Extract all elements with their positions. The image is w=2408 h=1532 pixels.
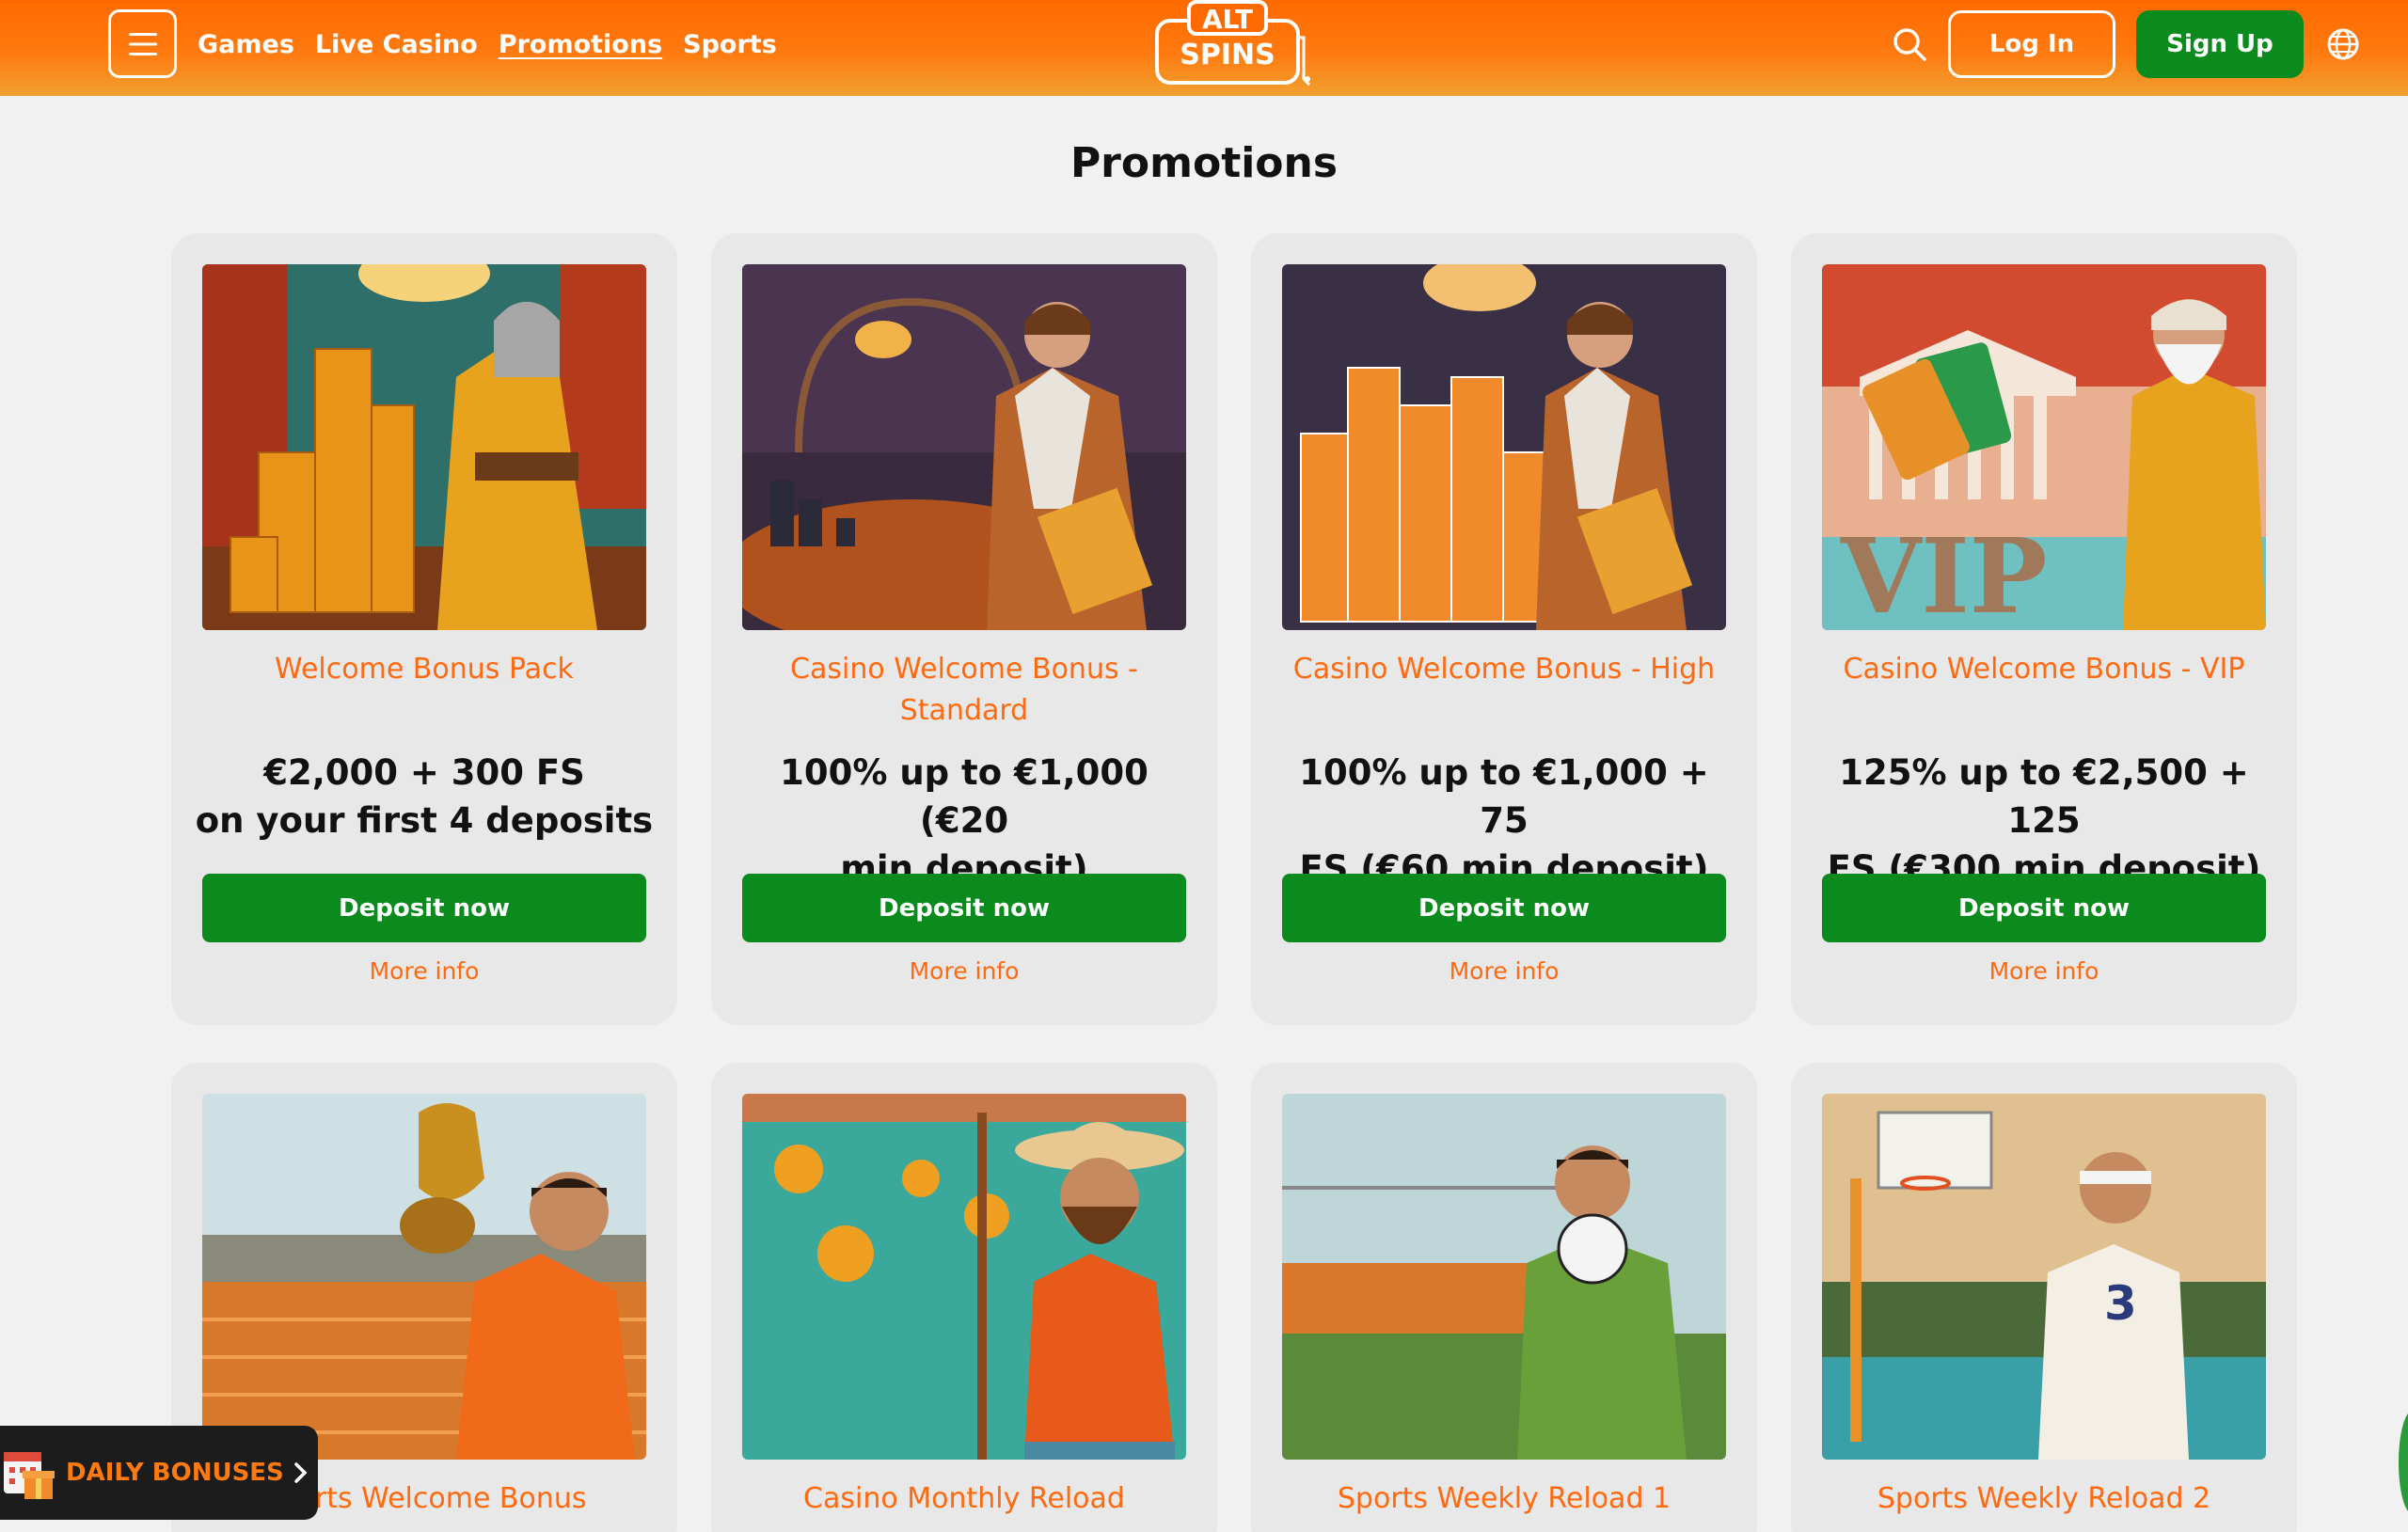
logo-text-bottom: SPINS xyxy=(1180,39,1275,71)
promo-title[interactable]: Casino Welcome Bonus - VIP xyxy=(1810,649,2278,690)
daily-bonuses-button[interactable]: DAILY BONUSES xyxy=(0,1426,318,1520)
promo-offer: €2,000 + 300 FS on your first 4 deposits xyxy=(190,749,658,845)
deposit-now-button[interactable]: Deposit now xyxy=(1822,874,2266,942)
menu-icon xyxy=(128,32,157,55)
promo-offer-line: 100% up to €1,000 + 75 xyxy=(1299,752,1709,841)
deposit-now-button[interactable]: Deposit now xyxy=(202,874,646,942)
promo-offer-line: €2,000 + 300 FS xyxy=(263,752,585,793)
promo-card: Casino Monthly Reload xyxy=(711,1063,1217,1532)
daily-bonuses-label: DAILY BONUSES xyxy=(66,1459,284,1487)
promo-title[interactable]: Sports Weekly Reload 2 xyxy=(1810,1478,2278,1520)
deposit-now-button[interactable]: Deposit now xyxy=(1282,874,1726,942)
globe-icon[interactable] xyxy=(2326,27,2360,61)
promo-offer: 100% up to €1,000 + 75 FS (€60 min depos… xyxy=(1270,749,1738,892)
promo-card: VIP Casino Welcome Bonus - VIP 125% up t… xyxy=(1791,233,2297,1025)
site-logo[interactable]: ALT SPINS xyxy=(1153,0,1313,90)
promo-image-vip-zeus[interactable]: VIP xyxy=(1822,264,2266,630)
promo-image-cowboy[interactable] xyxy=(742,1094,1186,1460)
promo-offer-line: 100% up to €1,000 (€20 xyxy=(780,752,1149,841)
chat-widget-button[interactable] xyxy=(2399,1411,2408,1514)
nav-games[interactable]: Games xyxy=(198,30,294,59)
promo-title[interactable]: Welcome Bonus Pack xyxy=(190,649,658,690)
promo-card: Casino Welcome Bonus - High 100% up to €… xyxy=(1251,233,1757,1025)
menu-button[interactable] xyxy=(108,9,177,78)
promo-image-basketball[interactable]: 3 xyxy=(1822,1094,2266,1460)
promo-image-goalkeeper[interactable] xyxy=(1282,1094,1726,1460)
promo-card: Sports Weekly Reload 1 xyxy=(1251,1063,1757,1532)
deposit-now-button[interactable]: Deposit now xyxy=(742,874,1186,942)
vip-image-text: VIP xyxy=(1840,515,2048,630)
site-header: Games Live Casino Promotions Sports ALT … xyxy=(0,0,2408,96)
promo-offer-line: 125% up to €2,500 + 125 xyxy=(1839,752,2249,841)
more-info-link[interactable]: More info xyxy=(711,957,1217,985)
page-title: Promotions xyxy=(1069,139,1339,187)
signup-button[interactable]: Sign Up xyxy=(2136,10,2304,78)
jersey-number: 3 xyxy=(2104,1276,2137,1331)
promo-card: 3 Sports Weekly Reload 2 xyxy=(1791,1063,2297,1532)
more-info-link[interactable]: More info xyxy=(1251,957,1757,985)
nav-promotions[interactable]: Promotions xyxy=(499,30,662,59)
promo-title[interactable]: Casino Welcome Bonus - Standard xyxy=(730,649,1198,732)
chevron-right-icon xyxy=(294,1462,308,1483)
nav-sports[interactable]: Sports xyxy=(683,30,777,59)
search-icon[interactable] xyxy=(1891,25,1928,63)
main-nav: Games Live Casino Promotions Sports xyxy=(198,0,777,88)
promo-card: Casino Welcome Bonus - Standard 100% up … xyxy=(711,233,1217,1025)
promo-card: Welcome Bonus Pack €2,000 + 300 FS on yo… xyxy=(171,233,677,1025)
promo-title[interactable]: Casino Welcome Bonus - High xyxy=(1270,649,1738,690)
nav-live-casino[interactable]: Live Casino xyxy=(315,30,478,59)
promo-title[interactable]: Casino Monthly Reload xyxy=(730,1478,1198,1520)
promo-image-trophy[interactable] xyxy=(202,1094,646,1460)
promo-image-croupier-chips[interactable] xyxy=(1282,264,1726,630)
promo-image-croupier-table[interactable] xyxy=(742,264,1186,630)
promo-offer-line: on your first 4 deposits xyxy=(195,800,654,841)
promo-image-wizard[interactable] xyxy=(202,264,646,630)
login-button[interactable]: Log In xyxy=(1948,10,2115,78)
gift-calendar-icon xyxy=(4,1452,55,1499)
more-info-link[interactable]: More info xyxy=(1791,957,2297,985)
promo-offer: 125% up to €2,500 + 125 FS (€300 min dep… xyxy=(1810,749,2278,892)
promo-offer: 100% up to €1,000 (€20 min deposit) xyxy=(730,749,1198,892)
more-info-link[interactable]: More info xyxy=(171,957,677,985)
promo-title[interactable]: Sports Weekly Reload 1 xyxy=(1270,1478,1738,1520)
logo-text-top: ALT xyxy=(1202,4,1253,35)
